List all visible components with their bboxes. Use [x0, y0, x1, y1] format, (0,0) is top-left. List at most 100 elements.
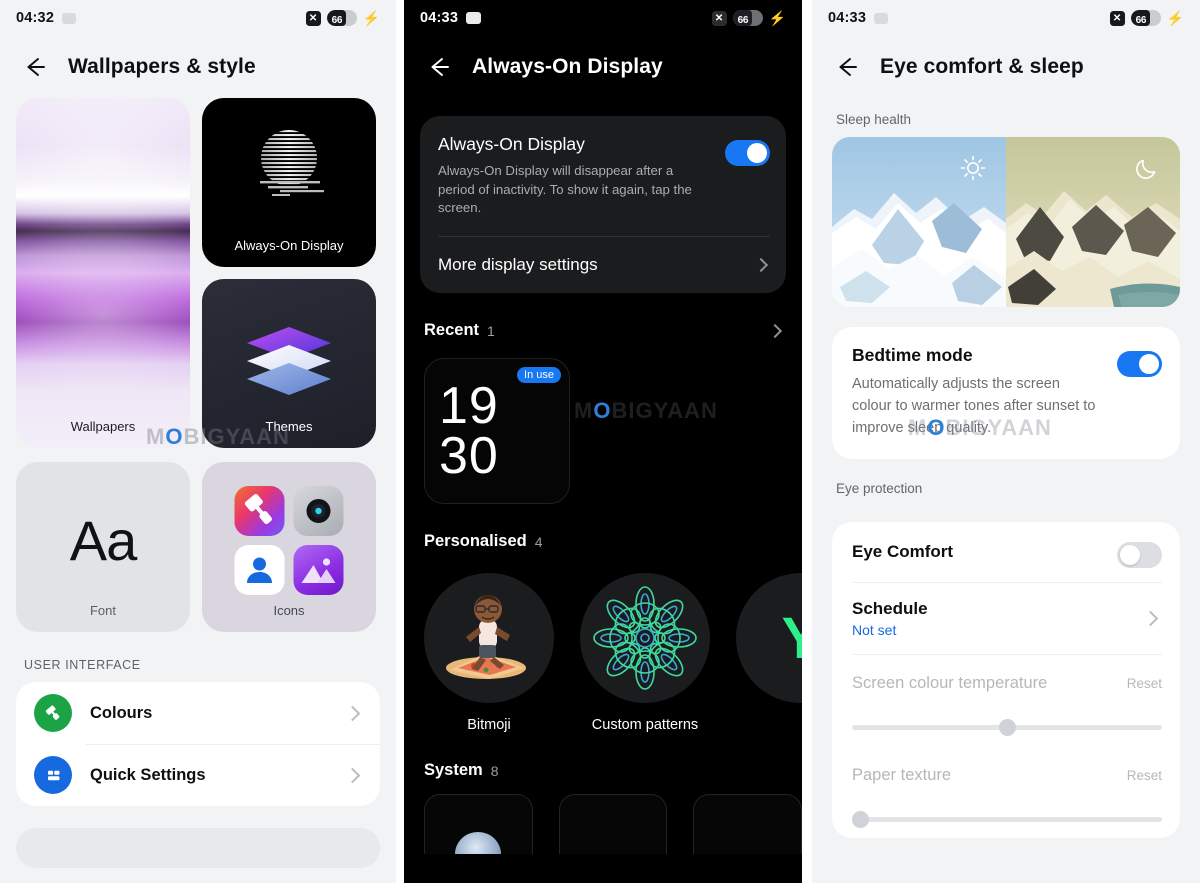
status-bar-right: 04:33 ✕ 66 ⚡ — [812, 0, 1200, 36]
letter-y-icon: Y — [736, 573, 802, 704]
row-screen-colour-temperature: Screen colour temperature Reset — [852, 654, 1162, 712]
tile-wallpapers[interactable]: Wallpapers — [16, 98, 190, 448]
row-colours-label: Colours — [90, 703, 153, 722]
system-count: 8 — [490, 762, 499, 779]
page-title: Eye comfort & sleep — [880, 55, 1084, 78]
page-title: Always-On Display — [472, 55, 663, 78]
personalised-count: 4 — [534, 533, 543, 550]
row-more-display-settings[interactable]: More display settings — [438, 237, 770, 293]
aod-settings-card: Always-On Display Always-On Display will… — [420, 116, 786, 294]
slider-thumb[interactable] — [999, 719, 1016, 737]
bedtime-mode-card[interactable]: Bedtime mode Automatically adjusts the s… — [832, 327, 1180, 460]
charging-bolt-icon: ⚡ — [362, 10, 380, 26]
battery-icon: 66 — [326, 10, 357, 26]
sun-icon — [960, 155, 986, 186]
paint-roller-icon — [34, 694, 72, 732]
slider-track — [852, 817, 1162, 823]
chevron-right-icon — [344, 705, 361, 721]
status-time: 04:33 — [828, 10, 867, 26]
row-paper-texture: Paper texture Reset — [852, 746, 1162, 804]
page-title: Wallpapers & style — [68, 55, 256, 78]
bedtime-mode-text: Bedtime mode Automatically adjusts the s… — [852, 345, 1103, 439]
bedtime-mode-subtitle: Automatically adjusts the screen colour … — [852, 376, 1096, 436]
hero-day-half — [832, 137, 1006, 307]
notification-pill-icon — [62, 12, 77, 24]
bedtime-mode-toggle[interactable] — [1117, 351, 1162, 377]
chevron-right-icon[interactable] — [767, 323, 783, 338]
system-item-card[interactable] — [424, 794, 533, 855]
tile-font[interactable]: Aa Font — [16, 462, 190, 632]
eye-comfort-toggle[interactable] — [1117, 542, 1162, 569]
slider-thumb[interactable] — [852, 811, 869, 829]
row-eye-comfort[interactable]: Eye Comfort — [852, 522, 1162, 582]
panel-divider-2 — [802, 0, 812, 883]
recent-clock-style-card[interactable]: In use 19 30 — [424, 358, 570, 505]
system-item-card[interactable] — [558, 794, 668, 855]
paper-texture-label: Paper texture — [852, 765, 952, 784]
status-bar-right-group: ✕ 66 ⚡ — [305, 10, 380, 26]
recent-count: 1 — [487, 322, 495, 339]
clock-hours: 19 — [439, 377, 499, 436]
tile-themes[interactable]: Themes — [202, 279, 376, 448]
personalised-item-y[interactable]: Y — [736, 573, 802, 733]
style-tiles-top: Wallpapers Always-On Display Themes — [0, 98, 396, 448]
personalised-item-bitmoji[interactable]: Bitmoji — [424, 573, 554, 733]
row-schedule[interactable]: Schedule Not set — [852, 582, 1162, 654]
system-title: System — [424, 761, 483, 780]
status-bar-left-group: 04:32 — [16, 10, 77, 26]
battery-percent-label: 66 — [331, 15, 343, 26]
battery-percent-label: 66 — [737, 15, 749, 26]
personalised-item-custom-patterns[interactable]: Custom patterns — [580, 573, 710, 733]
panel-divider-1 — [396, 0, 404, 883]
no-sim-icon: ✕ — [711, 10, 727, 26]
no-sim-icon: ✕ — [305, 10, 321, 26]
screen-temp-reset-button[interactable]: Reset — [1127, 676, 1162, 691]
system-item-card[interactable] — [693, 794, 802, 855]
back-arrow-icon[interactable] — [834, 54, 860, 80]
next-card-partial[interactable] — [16, 828, 380, 868]
personalised-items: Bitmoji Custom patterns Y — [404, 551, 802, 733]
row-quick-settings[interactable]: Quick Settings — [16, 744, 380, 806]
more-display-settings-label: More display settings — [438, 255, 598, 275]
bedtime-mode-title: Bedtime mode — [852, 345, 973, 365]
aod-title: Always-On Display — [438, 134, 585, 154]
clock-minutes: 30 — [439, 427, 499, 486]
aod-toggle-switch[interactable] — [725, 140, 770, 166]
row-quick-settings-label: Quick Settings — [90, 765, 206, 784]
recent-title: Recent — [424, 321, 480, 340]
personalised-label: Bitmoji — [467, 717, 511, 734]
status-bar-left-group: 04:33 — [420, 10, 482, 26]
charging-bolt-icon: ⚡ — [1166, 10, 1184, 26]
row-colours[interactable]: Colours — [16, 682, 380, 744]
section-sleep-health: Sleep health — [836, 112, 912, 127]
sunset-stripes-icon — [260, 130, 324, 196]
paper-texture-slider[interactable] — [852, 804, 1162, 838]
paper-texture-reset-button[interactable]: Reset — [1127, 768, 1162, 783]
personalised-label: Custom patterns — [591, 717, 699, 734]
tile-icons[interactable]: Icons — [202, 462, 376, 632]
screenshot-stage: 04:32 ✕ 66 ⚡ Wallpapers & style Wallpape… — [0, 0, 1200, 883]
eye-protection-card: Eye Comfort Schedule Not set Screen colo… — [832, 522, 1180, 839]
style-tiles-column: Always-On Display Themes — [202, 98, 376, 448]
group-header-recent[interactable]: Recent 1 — [404, 293, 802, 340]
notification-pill-icon — [466, 12, 482, 24]
camera-app-icon — [293, 486, 344, 536]
aod-toggle-row[interactable]: Always-On Display Always-On Display will… — [438, 134, 770, 218]
aod-toggle-text: Always-On Display Always-On Display will… — [438, 134, 711, 218]
back-arrow-icon[interactable] — [22, 54, 48, 80]
group-header-personalised: Personalised 4 — [404, 504, 802, 551]
bedtime-mode-row: Bedtime mode Automatically adjusts the s… — [852, 345, 1162, 439]
tile-always-on-display[interactable]: Always-On Display — [202, 98, 376, 267]
status-bar-left-group: 04:33 — [828, 10, 889, 26]
watermark-mid: MOBIGYAAN — [574, 398, 718, 423]
hero-night-half — [1006, 137, 1180, 307]
back-arrow-icon[interactable] — [426, 54, 452, 80]
screen-temp-slider[interactable] — [852, 712, 1162, 746]
eye-comfort-label: Eye Comfort — [852, 542, 954, 562]
style-tiles-bottom: Aa Font Icons — [0, 448, 396, 632]
icon-pack-preview — [234, 486, 344, 595]
charging-bolt-icon: ⚡ — [768, 10, 786, 26]
chevron-right-icon — [753, 258, 769, 273]
battery-icon: 66 — [732, 10, 763, 26]
sleep-health-hero-image[interactable] — [832, 137, 1180, 307]
